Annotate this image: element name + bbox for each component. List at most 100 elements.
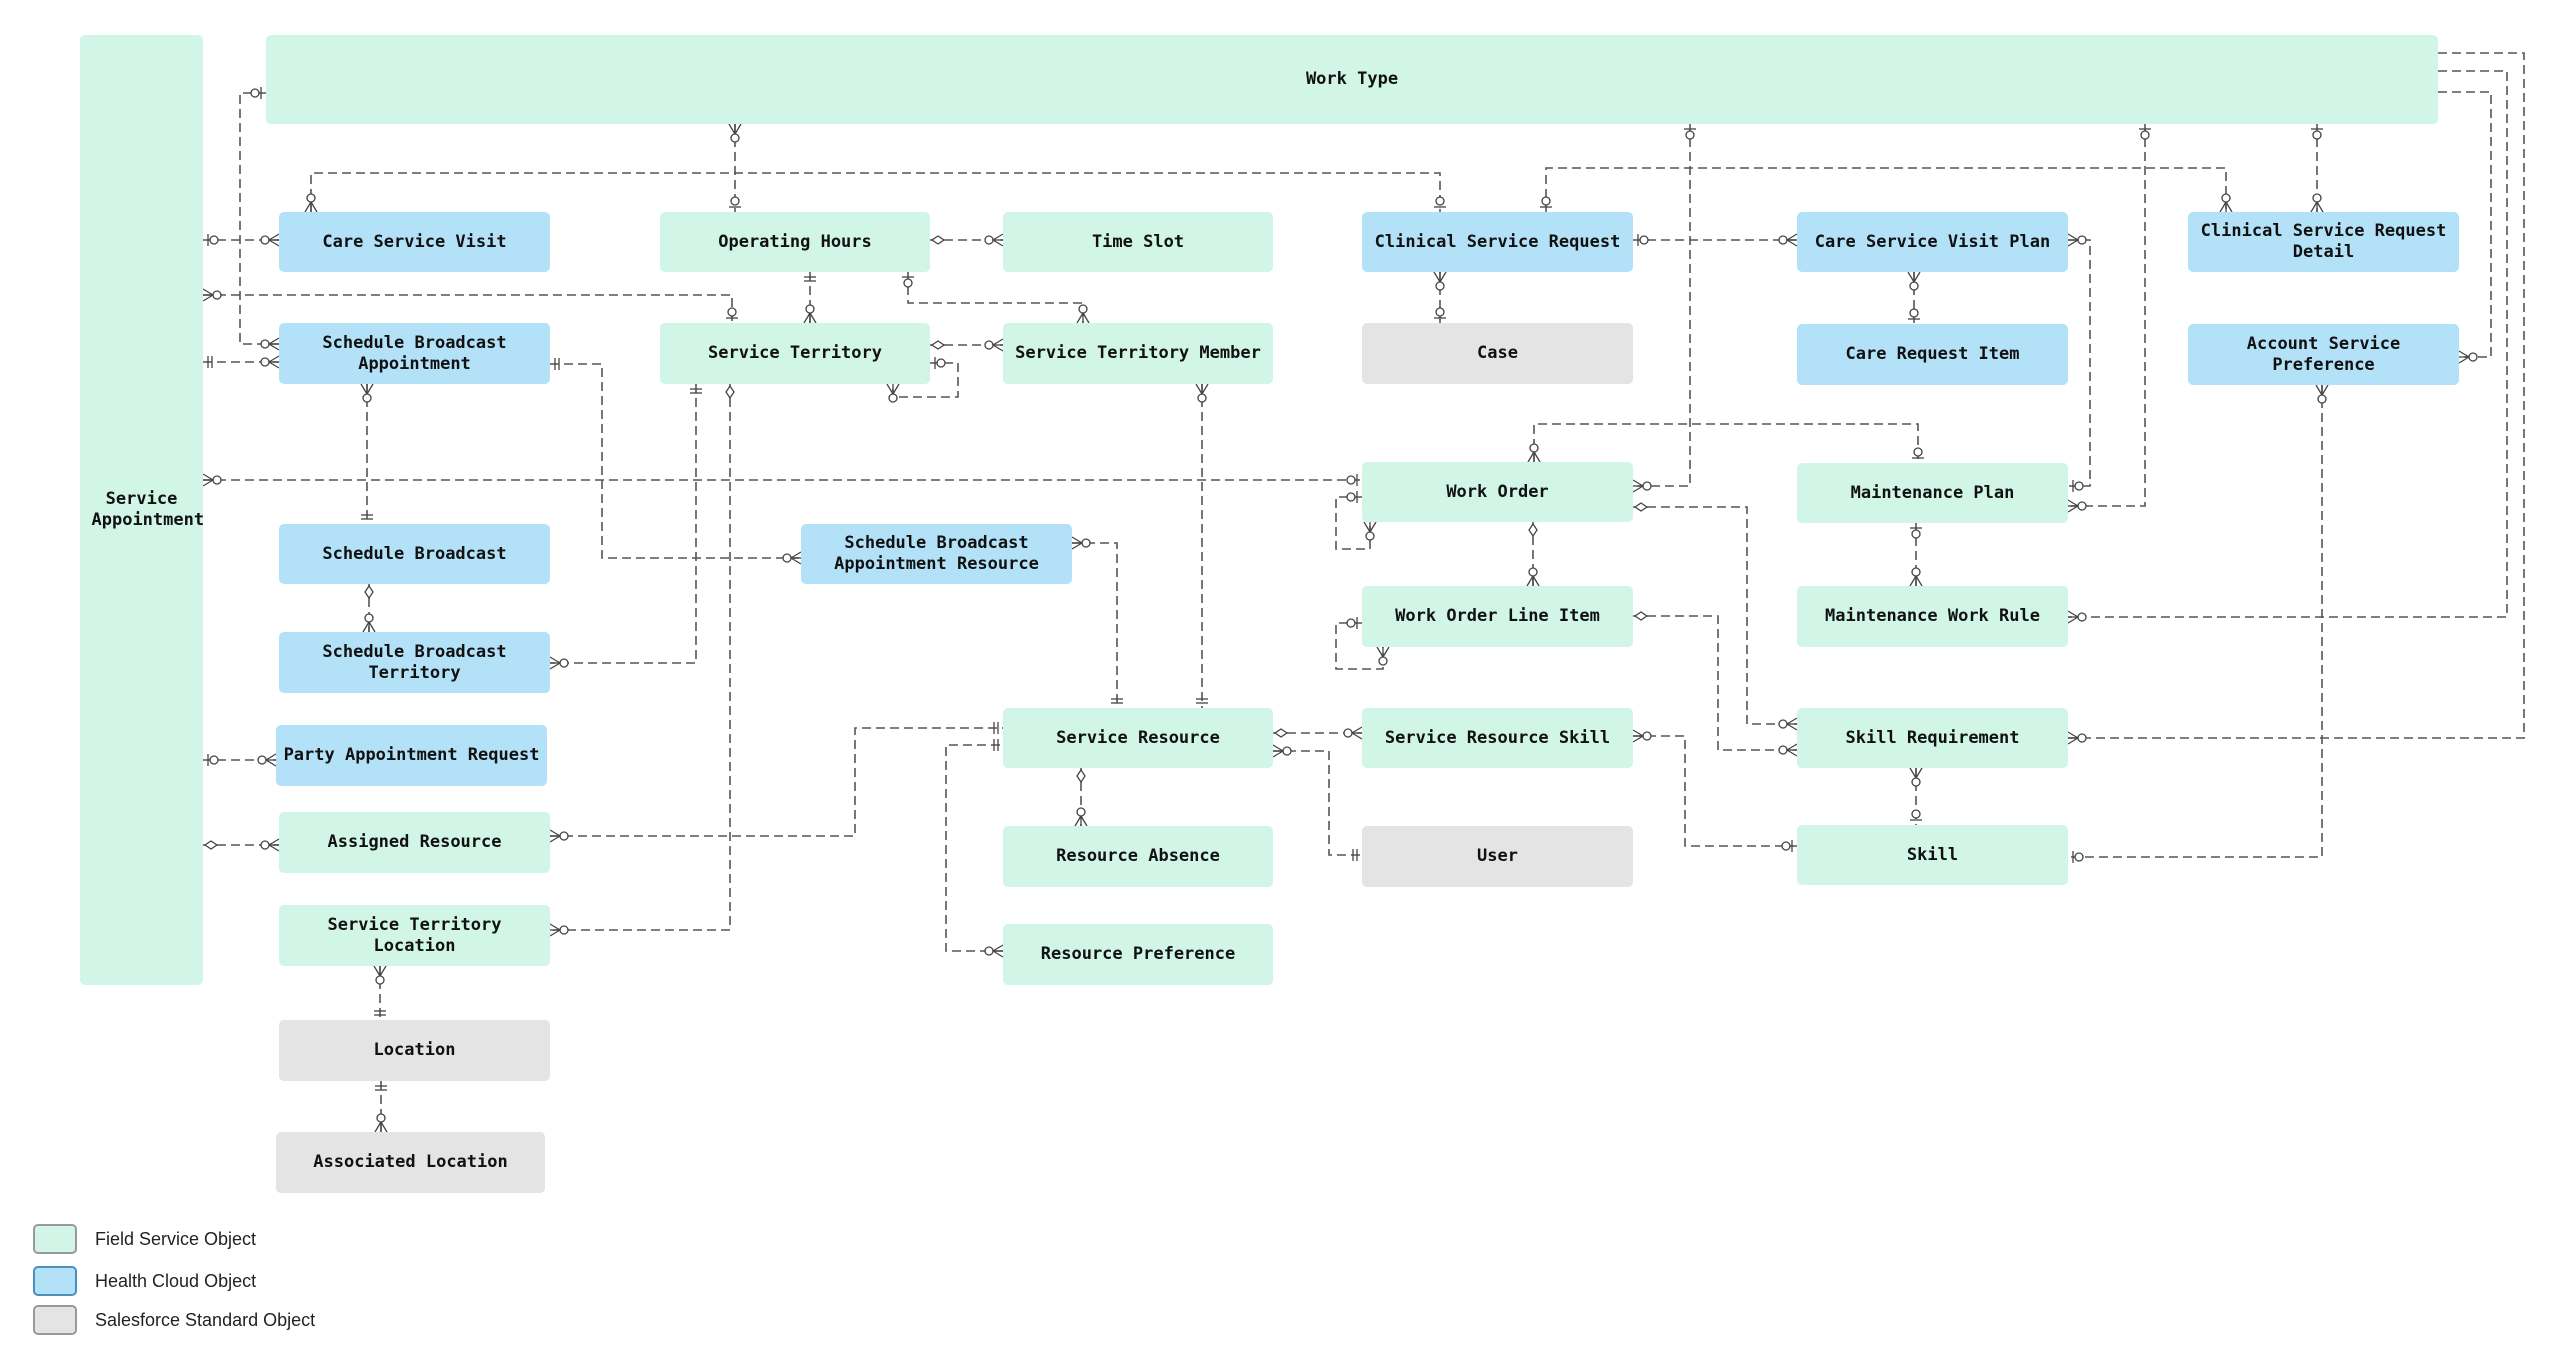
crowfoot-icon	[268, 355, 280, 363]
entity-label: Assigned Resource	[327, 832, 502, 852]
entity-assigned-resource[interactable]: Assigned Resource	[279, 812, 550, 873]
entity-label: Service Resource	[1056, 727, 1220, 748]
entity-work-type[interactable]: Work Type	[266, 35, 2438, 124]
entity-label: Service Resource Skill	[1384, 727, 1611, 748]
crowfoot-icon	[1915, 767, 1923, 779]
entity-user[interactable]: User	[1362, 826, 1633, 887]
crowfoot-icon	[1909, 767, 1917, 779]
crowfoot-icon	[2067, 499, 2079, 507]
entity-label: Schedule Broadcast Appointment	[322, 332, 507, 374]
entity-label: Care Request Item	[1845, 344, 2020, 364]
crowfoot-icon	[992, 233, 1004, 241]
zero-circle-icon	[1346, 618, 1356, 628]
crowfoot-icon	[1074, 815, 1082, 827]
crowfoot-icon	[1076, 312, 1084, 324]
entity-label: Work Type	[1305, 69, 1399, 89]
zero-circle-icon	[2312, 130, 2322, 140]
crowfoot-icon	[268, 361, 280, 369]
crowfoot-icon	[1527, 451, 1535, 463]
crowfoot-icon	[1082, 312, 1090, 324]
entity-label: Schedule Broadcast Territory	[322, 641, 507, 683]
zero-circle-icon	[1642, 731, 1652, 741]
entity-resource-absence[interactable]: Resource Absence	[1003, 826, 1273, 887]
entity-service-resource[interactable]: Service Resource	[1003, 708, 1273, 768]
zero-circle-icon	[984, 946, 994, 956]
relationship-line	[2068, 385, 2323, 858]
entity-location[interactable]: Location	[279, 1020, 550, 1081]
relationship-line	[1633, 615, 1797, 751]
crowfoot-icon	[1351, 732, 1363, 740]
entity-clinical-service-request[interactable]: Clinical Service Request	[1362, 212, 1633, 272]
entity-resource-preference[interactable]: Resource Preference	[1003, 924, 1273, 985]
crowfoot-icon	[809, 312, 817, 324]
crowfoot-icon	[374, 1121, 382, 1133]
entity-schedule-broadcast-appointment[interactable]: Schedule Broadcast Appointment	[279, 323, 550, 384]
zero-circle-icon	[1911, 529, 1921, 539]
crowfoot-icon	[549, 662, 561, 670]
entity-maintenance-work-rule[interactable]: Maintenance Work Rule	[1797, 586, 2068, 647]
crowfoot-icon	[992, 239, 1004, 247]
crowfoot-icon	[373, 965, 381, 977]
crowfoot-icon	[886, 383, 894, 395]
zero-circle-icon	[1685, 130, 1695, 140]
entity-skill-requirement[interactable]: Skill Requirement	[1797, 708, 2068, 768]
crowfoot-icon	[1433, 271, 1441, 283]
crowfoot-icon	[1272, 744, 1284, 752]
crowfoot-icon	[304, 201, 312, 213]
zero-circle-icon	[2077, 235, 2087, 245]
entity-service-appointment[interactable]: Service Appointment	[80, 35, 204, 985]
entity-account-service-preference[interactable]: Account Service Preference	[2188, 324, 2459, 385]
entity-care-service-visit[interactable]: Care Service Visit	[279, 212, 550, 272]
legend-swatch-field-service	[33, 1224, 77, 1254]
crowfoot-icon	[268, 844, 280, 852]
diamond-icon	[930, 340, 946, 350]
zero-circle-icon	[260, 357, 270, 367]
zero-circle-icon	[984, 340, 994, 350]
entity-case[interactable]: Case	[1362, 323, 1633, 384]
entity-service-resource-skill[interactable]: Service Resource Skill	[1362, 708, 1633, 768]
zero-circle-icon	[1781, 841, 1791, 851]
entity-service-territory[interactable]: Service Territory	[660, 323, 930, 384]
zero-circle-icon	[1909, 308, 1919, 318]
zero-circle-icon	[727, 307, 737, 317]
entity-maintenance-plan[interactable]: Maintenance Plan	[1797, 463, 2068, 523]
zero-circle-icon	[2140, 130, 2150, 140]
zero-circle-icon	[984, 235, 994, 245]
crowfoot-icon	[1272, 750, 1284, 758]
entity-schedule-broadcast[interactable]: Schedule Broadcast	[279, 524, 550, 584]
entity-care-request-item[interactable]: Care Request Item	[1797, 324, 2068, 385]
zero-circle-icon	[1529, 443, 1539, 453]
zero-circle-icon	[2074, 481, 2084, 491]
crowfoot-icon	[1632, 735, 1644, 743]
entity-skill[interactable]: Skill	[1797, 825, 2068, 885]
entity-service-territory-location[interactable]: Service Territory Location	[279, 905, 550, 966]
entity-clinical-service-request-detail[interactable]: Clinical Service Request Detail	[2188, 212, 2459, 272]
relationship-line	[1533, 423, 1919, 463]
crowfoot-icon	[1632, 479, 1644, 487]
entity-service-territory-member[interactable]: Service Territory Member	[1003, 323, 1273, 384]
entity-label: Service Territory Location	[327, 914, 502, 956]
entity-care-service-visit-plan[interactable]: Care Service Visit Plan	[1797, 212, 2068, 272]
crowfoot-icon	[2315, 384, 2323, 396]
entity-label: Skill Requirement	[1845, 727, 2020, 748]
diamond-icon	[364, 584, 374, 600]
zero-circle-icon	[1081, 538, 1091, 548]
diamond-icon	[1633, 611, 1649, 621]
crowfoot-icon	[1382, 646, 1390, 658]
entity-time-slot[interactable]: Time Slot	[1003, 212, 1273, 272]
entity-schedule-broadcast-territory[interactable]: Schedule Broadcast Territory	[279, 632, 550, 693]
crowfoot-icon	[2067, 737, 2079, 745]
entity-party-appointment-request[interactable]: Party Appointment Request	[276, 725, 547, 786]
crowfoot-icon	[1351, 726, 1363, 734]
zero-circle-icon	[1778, 719, 1788, 729]
crowfoot-icon	[734, 123, 742, 135]
entity-associated-location[interactable]: Associated Location	[276, 1132, 545, 1193]
entity-operating-hours[interactable]: Operating Hours	[660, 212, 930, 272]
relationship-line	[1633, 506, 1797, 725]
crowfoot-icon	[2458, 356, 2470, 364]
entity-schedule-broadcast-appointment-resource[interactable]: Schedule Broadcast Appointment Resource	[801, 524, 1072, 584]
entity-work-order[interactable]: Work Order	[1362, 462, 1633, 522]
legend-swatch-health-cloud	[33, 1266, 77, 1296]
crowfoot-icon	[268, 337, 280, 345]
entity-work-order-line-item[interactable]: Work Order Line Item	[1362, 586, 1633, 647]
